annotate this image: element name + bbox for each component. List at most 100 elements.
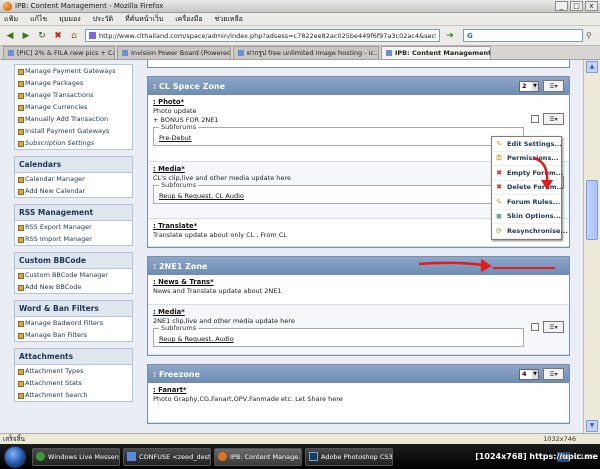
category-header: : Freezone 4 ▼ ☰▾ <box>148 365 569 383</box>
category-position-select[interactable]: 2 ▼ <box>519 80 539 92</box>
tab-ipb-content[interactable]: IPB: Content Management × <box>381 46 491 59</box>
sidebar-item-attachment-search[interactable]: Attachment Search <box>15 389 132 401</box>
forum-name[interactable]: : Fanart* <box>153 386 564 394</box>
go-arrow-icon[interactable]: ➜ <box>443 29 457 42</box>
forum-options-button[interactable]: ☰▾ <box>543 321 564 333</box>
forum-checkbox[interactable] <box>531 115 539 123</box>
forum-options-button[interactable]: ☰▾ <box>543 113 564 125</box>
forum-description: 2NE1 clip,live and other media update he… <box>153 317 295 325</box>
sidebar-item-rss-import[interactable]: RSS Import Manager <box>15 233 132 245</box>
category-options-button[interactable]: ☰▾ <box>543 80 564 92</box>
category-title: : Freezone <box>153 369 201 379</box>
forum-description: News and Translate update about 2NE1 <box>153 287 282 295</box>
category-header: : 2NE1 Zone <box>148 257 569 275</box>
tab-favicon-icon <box>122 50 128 56</box>
minimize-button[interactable]: _ <box>555 1 568 11</box>
forum-name[interactable]: : News & Trans* <box>153 278 564 286</box>
forum-name[interactable]: : Media* <box>153 308 564 316</box>
row-controls: ☰▾ <box>531 113 564 125</box>
sidebar-item-packages[interactable]: Manage Packages <box>15 77 132 89</box>
category-freezone: : Freezone 4 ▼ ☰▾ : Fanart* Photo Graphy,… <box>147 364 570 424</box>
chevron-down-icon: ▼ <box>532 369 538 379</box>
home-icon[interactable]: ⌂ <box>67 29 81 43</box>
taskbar-item-photoshop[interactable]: Adobe Photoshop CS3... <box>305 447 393 466</box>
menu-bookmarks[interactable]: ที่คั่นหน้าเว็บ <box>125 14 163 25</box>
close-button[interactable]: x <box>585 1 598 11</box>
menu-history[interactable]: ประวัติ <box>93 14 113 25</box>
tab-image-hosting[interactable]: ฝากรูป free unlimited image hosting - ic… <box>233 46 379 59</box>
forum-checkbox[interactable] <box>531 323 539 331</box>
rss-box: RSS Management RSS Export Manager RSS Im… <box>14 204 133 246</box>
subforum-links[interactable]: Reup & Request, Audio <box>159 335 518 343</box>
menu-item-empty-forum[interactable]: ✖ Empty Forum... <box>492 166 563 181</box>
back-arrow-icon[interactable]: ◀ <box>3 29 17 43</box>
sidebar-item-attachment-types[interactable]: Attachment Types <box>15 365 132 377</box>
tab-fila[interactable]: [PIC] 2% & FILA new pics + Caffe Latt... <box>3 46 115 59</box>
sidebar-item-badword-filters[interactable]: Manage Badword Filters <box>15 317 132 329</box>
sidebar-item-ban-filters[interactable]: Manage Ban Filters <box>15 329 132 341</box>
vertical-scrollbar[interactable]: ▲ ▼ <box>583 60 600 433</box>
menu-item-edit-settings[interactable]: ✎ Edit Settings... <box>492 137 562 152</box>
menu-item-forum-rules[interactable]: ✎ Forum Rules... <box>492 195 561 210</box>
scroll-up-arrow-icon[interactable]: ▲ <box>586 61 598 73</box>
start-button-icon[interactable] <box>4 445 26 468</box>
calendars-heading: Calendars <box>15 157 132 173</box>
menu-item-delete-forum[interactable]: ✖ Delete Forum... <box>492 181 564 195</box>
menu-item-permissions[interactable]: ⚿ Permissions... <box>492 152 561 166</box>
navigation-toolbar: ◀ ▶ ↻ ✖ ⌂ http://www.clthailand.com/spac… <box>0 26 600 46</box>
menu-tools[interactable]: เครื่องมือ <box>175 14 202 25</box>
search-box[interactable]: G <box>463 29 583 42</box>
menu-item-label: Delete Forum... <box>507 183 564 192</box>
subforums-label: Subforums <box>159 123 199 131</box>
sidebar-item-payment-gateways[interactable]: Manage Payment Gateways <box>15 65 132 77</box>
scroll-down-arrow-icon[interactable]: ▼ <box>586 420 598 432</box>
sidebar-item-add-calendar[interactable]: Add New Calendar <box>15 185 132 197</box>
forum-options-dropdown: ✎ Edit Settings... ⚿ Permissions... ✖ Empty… <box>491 136 568 240</box>
chat-window-icon <box>127 452 136 461</box>
sidebar-item-install-gateways[interactable]: Install Payment Gateways <box>15 125 132 137</box>
desktop-screen: IPB: Content Management - Mozilla Firefo… <box>0 0 600 469</box>
reload-icon[interactable]: ↻ <box>35 29 49 43</box>
category-2ne1: : 2NE1 Zone : News & Trans* News and Tra… <box>147 256 570 356</box>
menu-edit[interactable]: แก้ไข <box>30 14 47 25</box>
menu-item-label: Permissions... <box>507 154 559 163</box>
taskbar-item-firefox[interactable]: IPB: Content Manage... <box>214 447 302 466</box>
maximize-button[interactable]: □ <box>570 1 583 11</box>
scroll-thumb[interactable] <box>586 180 598 240</box>
sidebar-item-currencies[interactable]: Manage Currencies <box>15 101 132 113</box>
firefox-icon <box>218 452 227 461</box>
sidebar-item-add-transaction[interactable]: Manually Add Transaction <box>15 113 132 125</box>
sidebar-item-add-bbcode[interactable]: Add New BBCode <box>15 281 132 293</box>
url-bar[interactable]: http://www.clthailand.com/space/admin/in… <box>85 29 440 42</box>
tab-invision[interactable]: Invision Power Board (Powered by Invi... <box>117 46 231 59</box>
url-text[interactable]: http://www.clthailand.com/space/admin/in… <box>99 32 436 40</box>
stop-icon[interactable]: ✖ <box>51 29 65 43</box>
menu-help[interactable]: ช่วยเหลือ <box>215 14 243 25</box>
sidebar-item-subscription-settings[interactable]: Subscription Settings <box>15 137 132 149</box>
menu-item-skin-options[interactable]: ◼ Skin Options... <box>492 210 561 224</box>
subforums-box: Subforums Reup & Request, Audio <box>153 324 524 347</box>
page-content: Manage Payment Gateways Manage Packages … <box>0 60 583 433</box>
sidebar-item-attachment-stats[interactable]: Attachment Stats <box>15 377 132 389</box>
forward-arrow-icon[interactable]: ▶ <box>19 29 33 43</box>
category-options-button[interactable]: ☰▾ <box>543 368 564 380</box>
sidebar-item-bbcode-manager[interactable]: Custom BBCode Manager <box>15 269 132 281</box>
menu-item-resynchronise[interactable]: ⟳ Resynchronise... <box>492 224 568 239</box>
sidebar-item-transactions[interactable]: Manage Transactions <box>15 89 132 101</box>
sidebar-item-rss-export[interactable]: RSS Export Manager <box>15 221 132 233</box>
search-icon[interactable]: ⚲ <box>586 30 598 42</box>
forum-management-panel: : CL Space Zone 2 ▼ ☰▾ : Photo* Photo upd… <box>147 60 570 432</box>
forum-name[interactable]: : Photo* <box>153 98 564 106</box>
sidebar-item-calendar-manager[interactable]: Calendar Manager <box>15 173 132 185</box>
category-position-select[interactable]: 4 ▼ <box>519 368 539 380</box>
pencil-icon: ✎ <box>496 139 502 148</box>
bbcode-heading: Custom BBCode <box>15 253 132 269</box>
taskbar-item-messenger[interactable]: Windows Live Messenger <box>32 447 120 466</box>
menu-item-label: Forum Rules... <box>507 197 561 206</box>
menu-view[interactable]: มุมมอง <box>59 14 80 25</box>
rss-heading: RSS Management <box>15 205 132 221</box>
menu-file[interactable]: แฟ้ม <box>4 14 18 25</box>
subforum-links[interactable]: Pre-Debut <box>159 134 518 142</box>
subforum-links[interactable]: Reup & Request, CL Audio <box>159 192 518 200</box>
taskbar-item-confuse[interactable]: CONFUSE <zeed_dest... <box>123 447 211 466</box>
